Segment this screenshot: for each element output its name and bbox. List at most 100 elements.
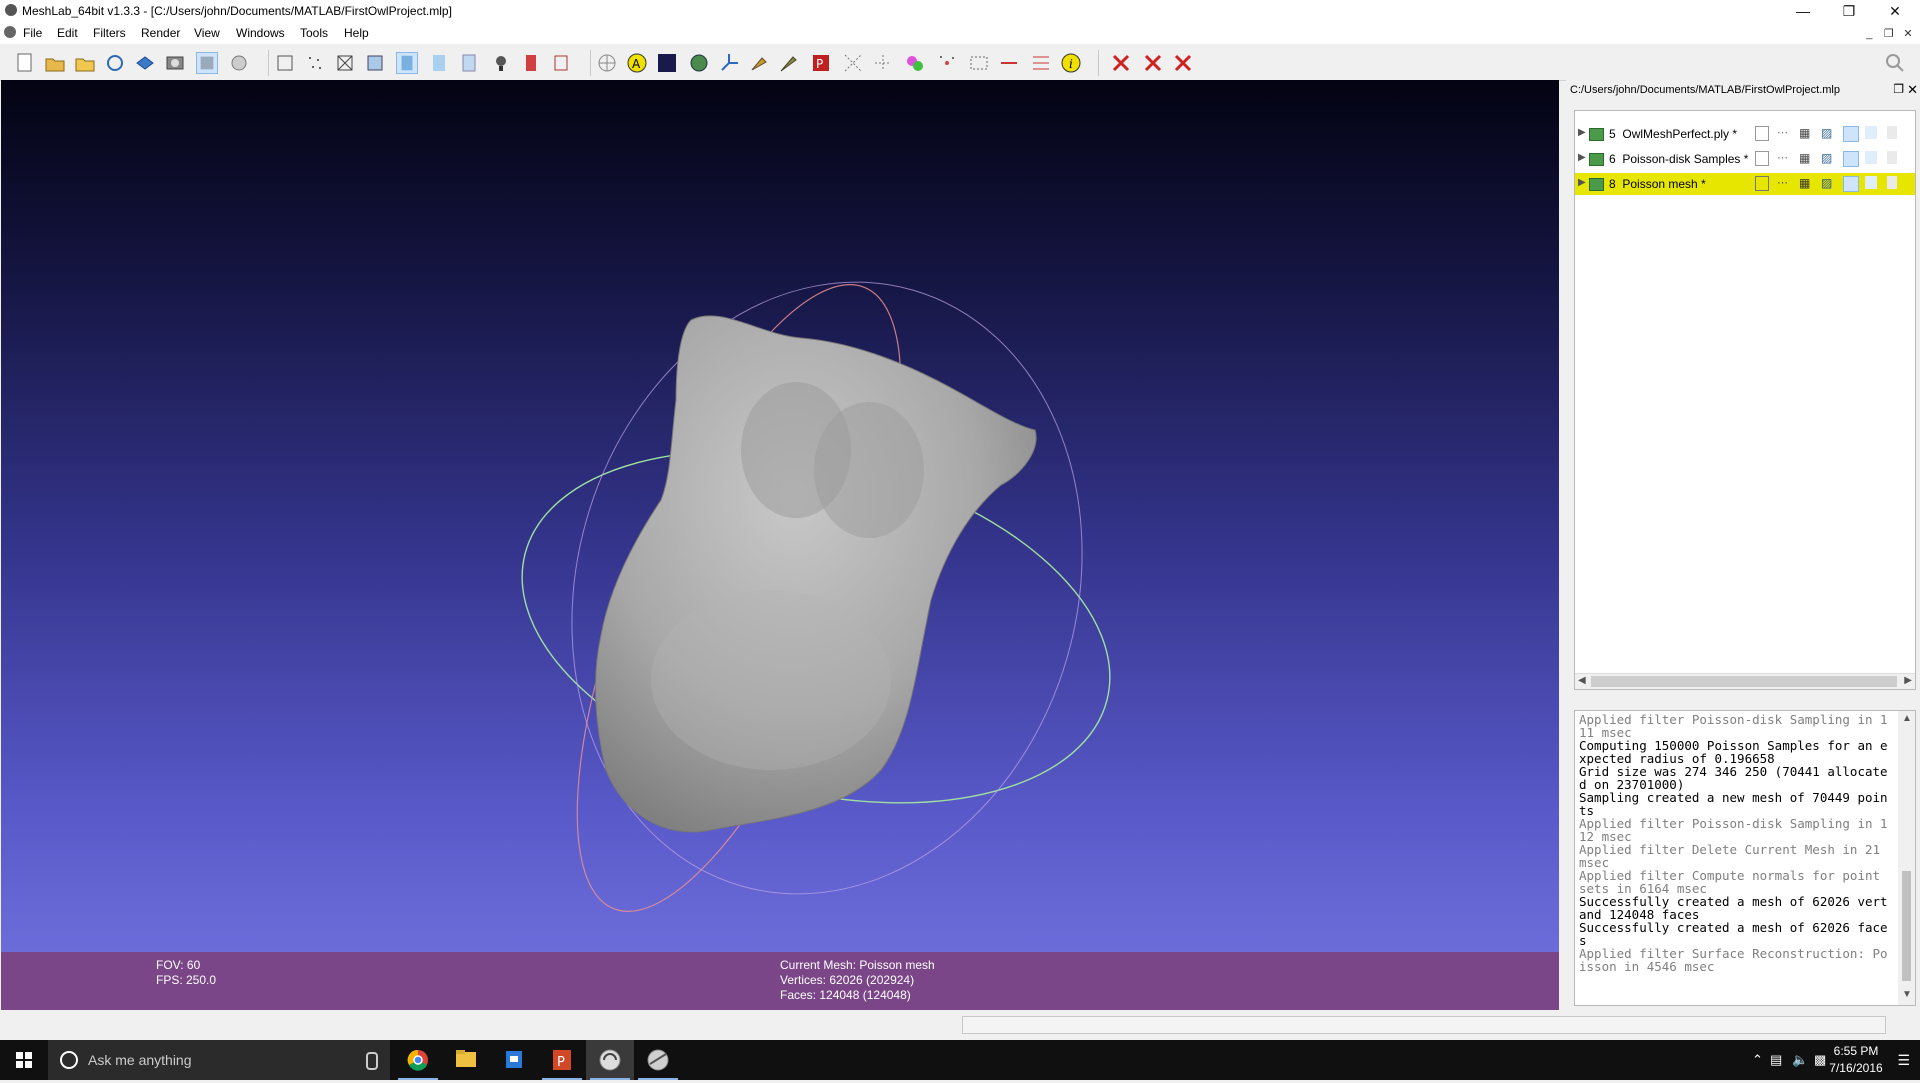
axis-icon[interactable] bbox=[718, 52, 740, 74]
open-project-icon[interactable] bbox=[44, 52, 66, 74]
info-icon[interactable]: i bbox=[1060, 52, 1082, 74]
mdi-close-button[interactable]: ✕ bbox=[1900, 27, 1916, 40]
expand-arrow-icon[interactable]: ▶ bbox=[1578, 177, 1586, 188]
notification-message-icon[interactable]: ▩ bbox=[1814, 1052, 1826, 1068]
close-button[interactable]: ✕ bbox=[1872, 0, 1918, 22]
row-texture-icon[interactable] bbox=[1887, 176, 1897, 189]
menu-file[interactable]: File bbox=[23, 26, 42, 40]
horizontal-scrollbar[interactable]: ◀ ▶ bbox=[1575, 673, 1915, 689]
reload-icon[interactable] bbox=[104, 52, 126, 74]
menu-view[interactable]: View bbox=[194, 26, 220, 40]
dock-close-button[interactable]: ✕ bbox=[1907, 82, 1918, 98]
maximize-button[interactable]: ❐ bbox=[1826, 0, 1872, 22]
delete-vertices-icon[interactable] bbox=[1110, 52, 1132, 74]
paint-icon[interactable] bbox=[748, 52, 770, 74]
light-icon[interactable] bbox=[490, 52, 512, 74]
wireframe-render-icon[interactable] bbox=[334, 52, 356, 74]
microphone-icon[interactable] bbox=[366, 1052, 378, 1070]
taskbar-meshlab[interactable] bbox=[586, 1040, 634, 1080]
row-wire-icon[interactable]: ▦ bbox=[1799, 176, 1815, 192]
select-faces-icon[interactable] bbox=[872, 52, 894, 74]
visibility-eye-icon[interactable] bbox=[1589, 153, 1604, 166]
row-bbox-icon[interactable] bbox=[1755, 151, 1769, 166]
select-connected-icon[interactable] bbox=[998, 52, 1020, 74]
clock-date[interactable]: 7/16/2016 bbox=[1826, 1061, 1886, 1075]
flat-render-icon[interactable] bbox=[396, 52, 418, 74]
search-icon[interactable] bbox=[1884, 52, 1906, 74]
row-bbox-icon[interactable] bbox=[1755, 176, 1769, 191]
taskbar-powerpoint[interactable]: P bbox=[538, 1040, 586, 1080]
start-button[interactable] bbox=[0, 1040, 48, 1080]
row-wire-icon[interactable]: ▦ bbox=[1799, 126, 1815, 142]
color-icon[interactable] bbox=[904, 52, 926, 74]
align-icon[interactable] bbox=[1030, 52, 1052, 74]
mdi-minimize-button[interactable]: _ bbox=[1861, 28, 1877, 40]
volume-icon[interactable]: 🔈 bbox=[1792, 1052, 1808, 1068]
smooth-render-icon[interactable] bbox=[428, 52, 450, 74]
manipulator-icon[interactable] bbox=[596, 52, 618, 74]
layer-row-selected[interactable]: ▶ 8 Poisson mesh * ⋯ ▦ ▨ bbox=[1575, 173, 1915, 195]
row-points-icon[interactable]: ⋯ bbox=[1777, 151, 1793, 167]
selected-faces-icon[interactable] bbox=[550, 52, 572, 74]
row-smooth-icon[interactable] bbox=[1865, 151, 1877, 164]
layer-row[interactable]: ▶ 6 Poisson-disk Samples * ⋯ ▦ ▨ bbox=[1575, 148, 1915, 170]
row-hidden-icon[interactable]: ▨ bbox=[1821, 126, 1837, 142]
row-hidden-icon[interactable]: ▨ bbox=[1821, 176, 1837, 192]
row-points-icon[interactable]: ⋯ bbox=[1777, 176, 1793, 192]
clock-time[interactable]: 6:55 PM bbox=[1826, 1044, 1886, 1058]
menu-windows[interactable]: Windows bbox=[236, 26, 285, 40]
scroll-down-icon[interactable]: ▼ bbox=[1902, 989, 1912, 1000]
menu-render[interactable]: Render bbox=[141, 26, 180, 40]
dock-float-button[interactable]: ❐ bbox=[1893, 82, 1904, 96]
taskbar-store[interactable] bbox=[490, 1040, 538, 1080]
menu-edit[interactable]: Edit bbox=[57, 26, 78, 40]
delete-faces-vertices-icon[interactable] bbox=[1172, 52, 1194, 74]
select-region-icon[interactable] bbox=[968, 52, 990, 74]
scroll-up-icon[interactable]: ▲ bbox=[1902, 713, 1912, 724]
action-center-icon[interactable]: ☰ bbox=[1897, 1052, 1910, 1069]
row-wire-icon[interactable]: ▦ bbox=[1799, 151, 1815, 167]
row-flat-icon[interactable] bbox=[1843, 151, 1859, 167]
row-bbox-icon[interactable] bbox=[1755, 126, 1769, 141]
row-flat-icon[interactable] bbox=[1843, 176, 1859, 192]
scroll-right-icon[interactable]: ▶ bbox=[1904, 675, 1912, 686]
cortana-search-box[interactable]: Ask me anything bbox=[48, 1040, 390, 1080]
layers-toggle-icon[interactable] bbox=[196, 52, 218, 74]
row-flat-icon[interactable] bbox=[1843, 126, 1859, 142]
menu-tools[interactable]: Tools bbox=[300, 26, 328, 40]
brush-icon[interactable] bbox=[778, 52, 800, 74]
expand-arrow-icon[interactable]: ▶ bbox=[1578, 127, 1586, 138]
scroll-left-icon[interactable]: ◀ bbox=[1578, 675, 1586, 686]
visibility-eye-icon[interactable] bbox=[1589, 178, 1604, 191]
row-hidden-icon[interactable]: ▨ bbox=[1821, 151, 1837, 167]
reference-icon[interactable] bbox=[936, 52, 958, 74]
mesh-icon[interactable] bbox=[688, 52, 710, 74]
row-smooth-icon[interactable] bbox=[1865, 176, 1877, 189]
scrollbar-thumb[interactable] bbox=[1902, 871, 1911, 981]
bbox-render-icon[interactable] bbox=[274, 52, 296, 74]
row-points-icon[interactable]: ⋯ bbox=[1777, 126, 1793, 142]
mdi-restore-button[interactable]: ❐ bbox=[1881, 27, 1897, 40]
visibility-eye-icon[interactable] bbox=[1589, 128, 1604, 141]
backface-icon[interactable] bbox=[520, 52, 542, 74]
taskbar-chrome[interactable] bbox=[394, 1040, 442, 1080]
row-texture-icon[interactable] bbox=[1887, 126, 1897, 139]
row-texture-icon[interactable] bbox=[1887, 151, 1897, 164]
annotation-icon[interactable]: A bbox=[626, 52, 648, 74]
menu-help[interactable]: Help bbox=[344, 26, 369, 40]
raster-layers-icon[interactable] bbox=[228, 52, 250, 74]
pick-points-icon[interactable]: P bbox=[810, 52, 832, 74]
hidden-lines-icon[interactable] bbox=[364, 52, 386, 74]
points-render-icon[interactable] bbox=[304, 52, 326, 74]
raster-icon[interactable] bbox=[656, 52, 678, 74]
minimize-button[interactable]: — bbox=[1780, 0, 1826, 22]
layer-row[interactable]: ▶ 5 OwlMeshPerfect.ply * ⋯ ▦ ▨ bbox=[1575, 123, 1915, 145]
taskbar-meshlab-alt[interactable] bbox=[634, 1040, 682, 1080]
scrollbar-thumb[interactable] bbox=[1591, 676, 1897, 687]
texture-render-icon[interactable] bbox=[458, 52, 480, 74]
network-icon[interactable]: ▤ bbox=[1770, 1052, 1782, 1068]
save-icon[interactable] bbox=[134, 52, 156, 74]
expand-arrow-icon[interactable]: ▶ bbox=[1578, 152, 1586, 163]
tray-chevron-icon[interactable]: ⌃ bbox=[1752, 1052, 1763, 1068]
taskbar-file-explorer[interactable] bbox=[442, 1040, 490, 1080]
